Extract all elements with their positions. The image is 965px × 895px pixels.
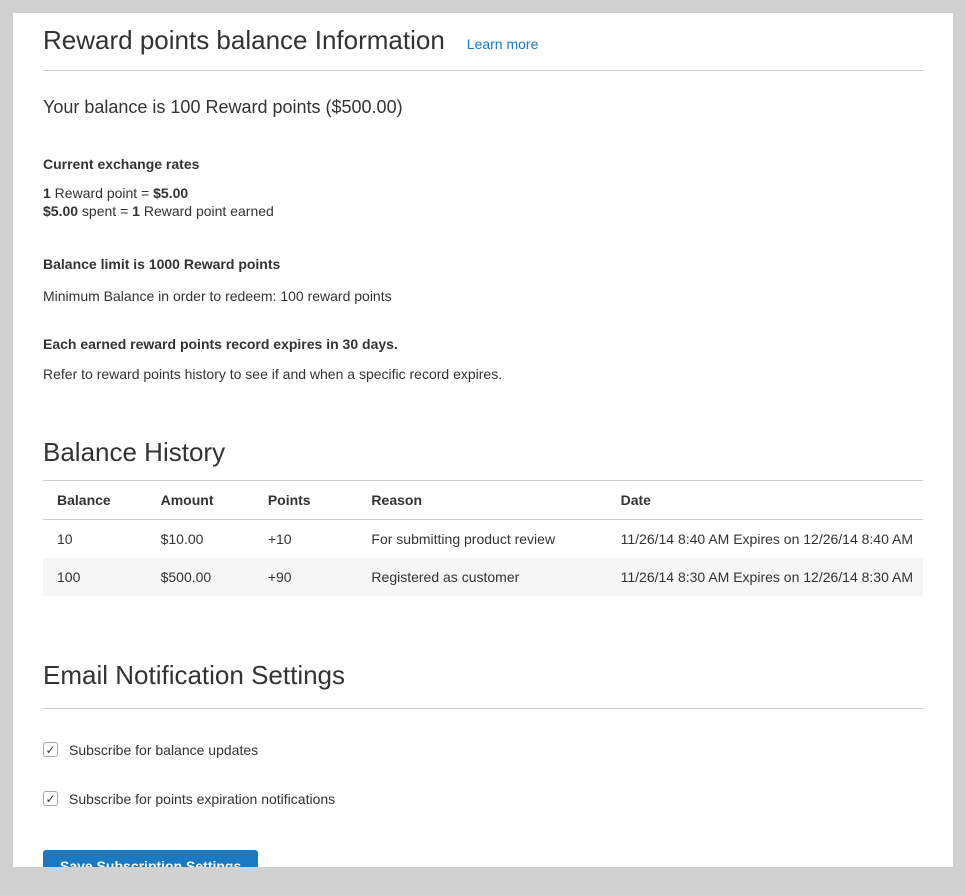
exchange-rate-line-2: $5.00 spent = 1 Reward point earned [43,202,923,220]
rate-points-value: 1 [132,203,140,219]
expiration-notifications-checkbox[interactable]: ✓ [43,791,58,806]
rate-text: spent = [78,203,132,219]
cell-points: +90 [254,558,358,596]
cell-date: 11/26/14 8:30 AM Expires on 12/26/14 8:3… [607,558,923,596]
expiry-note: Refer to reward points history to see if… [43,366,923,382]
checkmark-icon: ✓ [45,793,55,805]
page-header: Reward points balance Information Learn … [43,25,923,71]
cell-balance: 10 [43,520,147,559]
cell-date: 11/26/14 8:40 AM Expires on 12/26/14 8:4… [607,520,923,559]
expiry-heading: Each earned reward points record expires… [43,336,923,352]
rate-text: Reward point earned [140,203,274,219]
expiration-notifications-checkbox-label[interactable]: Subscribe for points expiration notifica… [69,791,335,807]
balance-summary: Your balance is 100 Reward points ($500.… [43,97,923,118]
cell-reason: Registered as customer [357,558,606,596]
exchange-rates-heading: Current exchange rates [43,156,923,172]
rate-money-value: $5.00 [43,203,78,219]
balance-updates-checkbox-label[interactable]: Subscribe for balance updates [69,742,258,758]
cell-balance: 100 [43,558,147,596]
exchange-rates: 1 Reward point = $5.00 $5.00 spent = 1 R… [43,184,923,220]
balance-limit-text: Balance limit is 1000 Reward points [43,256,923,272]
column-header-reason: Reason [357,481,606,520]
column-header-amount: Amount [147,481,254,520]
learn-more-link[interactable]: Learn more [467,36,539,52]
reward-points-panel: Reward points balance Information Learn … [13,13,953,867]
balance-history-table: Balance Amount Points Reason Date 10 $10… [43,480,923,596]
balance-history-heading: Balance History [43,437,923,468]
column-header-date: Date [607,481,923,520]
subscribe-expiration-notifications-row: ✓ Subscribe for points expiration notifi… [43,791,923,807]
minimum-balance-text: Minimum Balance in order to redeem: 100 … [43,288,923,304]
balance-updates-checkbox[interactable]: ✓ [43,742,58,757]
cell-amount: $500.00 [147,558,254,596]
checkmark-icon: ✓ [45,744,55,756]
cell-amount: $10.00 [147,520,254,559]
column-header-points: Points [254,481,358,520]
save-subscription-settings-button[interactable]: Save Subscription Settings [43,850,258,867]
rate-points-value: 1 [43,185,51,201]
table-row: 10 $10.00 +10 For submitting product rev… [43,520,923,559]
rate-money-value: $5.00 [153,185,188,201]
rate-text: Reward point = [51,185,153,201]
cell-reason: For submitting product review [357,520,606,559]
email-notification-header: Email Notification Settings [43,660,923,708]
page-title: Reward points balance Information [43,25,445,56]
subscribe-balance-updates-row: ✓ Subscribe for balance updates [43,742,923,758]
email-notification-heading: Email Notification Settings [43,660,923,691]
cell-points: +10 [254,520,358,559]
table-row: 100 $500.00 +90 Registered as customer 1… [43,558,923,596]
column-header-balance: Balance [43,481,147,520]
exchange-rate-line-1: 1 Reward point = $5.00 [43,184,923,202]
table-header-row: Balance Amount Points Reason Date [43,481,923,520]
